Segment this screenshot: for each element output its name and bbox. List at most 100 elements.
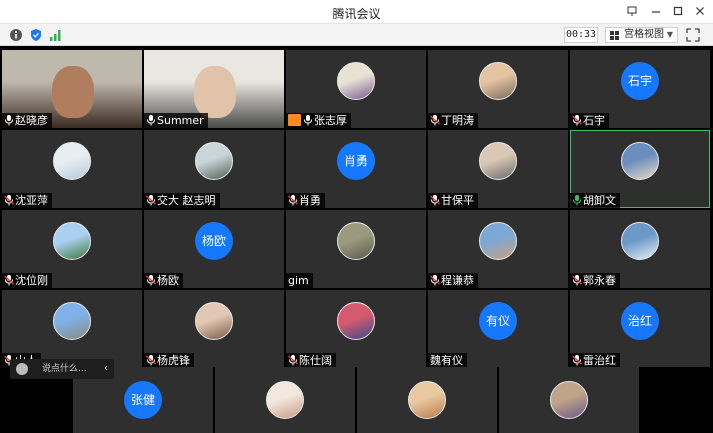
avatar xyxy=(53,302,91,340)
participant-name: 杨欧 xyxy=(157,274,179,287)
avatar xyxy=(337,222,375,260)
avatar-text: 杨欧 xyxy=(195,222,233,260)
fullscreen-icon[interactable] xyxy=(685,27,701,43)
participant-tile[interactable]: 丁明涛 xyxy=(428,50,568,128)
participant-namebar: 甘保平 xyxy=(428,193,478,208)
mic-muted-icon xyxy=(288,354,298,366)
participant-namebar: 魏有仪 xyxy=(428,353,467,368)
mic-icon xyxy=(4,114,14,126)
title-bar: 腾讯会议 xyxy=(0,0,713,24)
view-mode-dropdown[interactable]: 宫格视图 ▼ xyxy=(605,27,678,43)
avatar xyxy=(266,381,304,419)
avatar xyxy=(550,381,588,419)
emoji-icon[interactable] xyxy=(16,363,28,375)
avatar-text: 石宇 xyxy=(621,62,659,100)
participant-name: 胡卸文 xyxy=(583,194,616,207)
participant-namebar: 陈仕阔 xyxy=(286,353,336,368)
participant-namebar: 赵晓彦 xyxy=(2,113,52,128)
caret-down-icon: ▼ xyxy=(666,30,673,39)
participant-name: 沈亚萍 xyxy=(15,194,48,207)
participant-namebar: 郭永春 xyxy=(570,273,620,288)
avatar xyxy=(479,142,517,180)
chat-input-bar[interactable]: 说点什么... ‹ xyxy=(10,359,114,379)
avatar xyxy=(195,302,233,340)
participant-namebar: 肖勇 xyxy=(286,193,325,208)
participant-tile[interactable]: 胡卸文 xyxy=(570,130,710,208)
close-button[interactable] xyxy=(690,3,710,21)
participant-namebar: 杨虎锋 xyxy=(144,353,194,368)
mic-muted-icon xyxy=(146,354,156,366)
participant-tile[interactable]: 有仪 魏有仪 xyxy=(428,290,568,368)
mic-icon xyxy=(303,114,313,126)
avatar xyxy=(337,302,375,340)
participant-tile[interactable]: 陈仕阔 xyxy=(286,290,426,368)
participant-tile[interactable]: 治红雷治红 xyxy=(570,290,710,368)
avatar xyxy=(408,381,446,419)
avatar-text: 肖勇 xyxy=(337,142,375,180)
participant-tile[interactable]: 张志厚 xyxy=(286,50,426,128)
grid-view-icon xyxy=(610,31,619,40)
participant-name: 甘保平 xyxy=(441,194,474,207)
mic-muted-icon xyxy=(572,274,582,286)
window-title: 腾讯会议 xyxy=(332,7,381,21)
participant-tile[interactable] xyxy=(499,367,639,433)
participant-tile[interactable] xyxy=(357,367,497,433)
participant-namebar: 沈位刚 xyxy=(2,273,52,288)
participant-name: 沈位刚 xyxy=(15,274,48,287)
participant-tile[interactable] xyxy=(215,367,355,433)
maximize-button[interactable] xyxy=(668,3,688,21)
participant-namebar: Summer xyxy=(144,113,208,128)
participant-name: 程谦恭 xyxy=(441,274,474,287)
participant-name: 肖勇 xyxy=(299,194,321,207)
participant-tile[interactable]: 杨欧 杨欧 xyxy=(144,210,284,288)
participant-namebar: 胡卸文 xyxy=(570,193,620,208)
participant-tile[interactable]: 石宇 石宇 xyxy=(570,50,710,128)
participant-tile[interactable]: 交大 赵志明 xyxy=(144,130,284,208)
avatar xyxy=(195,142,233,180)
participant-tile[interactable]: 郭永春 xyxy=(570,210,710,288)
mic-muted-icon xyxy=(572,114,582,126)
participant-tile[interactable]: 山人 xyxy=(2,290,142,368)
participant-tile[interactable]: 杨虎锋 xyxy=(144,290,284,368)
participant-namebar: 交大 赵志明 xyxy=(144,193,220,208)
avatar-text: 有仪 xyxy=(479,302,517,340)
participant-namebar: 丁明涛 xyxy=(428,113,478,128)
meeting-timer: 00:33 xyxy=(564,27,598,43)
meeting-toolbar: 00:33 宫格视图 ▼ xyxy=(0,24,713,46)
mic-muted-icon xyxy=(146,194,156,206)
avatar xyxy=(337,62,375,100)
participant-name: 赵晓彦 xyxy=(15,114,48,127)
participant-name: 杨虎锋 xyxy=(157,354,190,367)
participant-tile[interactable]: 程谦恭 xyxy=(428,210,568,288)
mic-muted-icon xyxy=(288,194,298,206)
host-user-icon xyxy=(288,114,301,126)
avatar-text: 张健 xyxy=(124,381,162,419)
participant-tile[interactable]: 甘保平 xyxy=(428,130,568,208)
participant-tile[interactable]: Summer xyxy=(144,50,284,128)
participant-name: 张志厚 xyxy=(314,114,347,127)
participant-tile[interactable]: 肖勇 肖勇 xyxy=(286,130,426,208)
avatar-text: 治红 xyxy=(621,302,659,340)
participant-tile[interactable]: 沈亚萍 xyxy=(2,130,142,208)
person-figure xyxy=(194,66,236,118)
security-shield-icon[interactable] xyxy=(29,27,43,41)
collapse-chevron-icon[interactable]: ‹ xyxy=(104,359,108,379)
participant-name: 雷治红 xyxy=(583,354,616,367)
mic-icon xyxy=(572,194,582,206)
participant-tile[interactable]: 赵晓彦 xyxy=(2,50,142,128)
mic-muted-icon xyxy=(572,354,582,366)
avatar xyxy=(479,62,517,100)
signal-strength-icon[interactable] xyxy=(49,27,63,41)
mic-muted-icon xyxy=(4,274,14,286)
participant-namebar: 石宇 xyxy=(570,113,609,128)
participant-tile[interactable]: 沈位刚 xyxy=(2,210,142,288)
pin-icon[interactable] xyxy=(622,3,642,21)
minimize-button[interactable] xyxy=(646,3,666,21)
participant-tile[interactable]: gim xyxy=(286,210,426,288)
chat-placeholder: 说点什么... xyxy=(42,364,87,374)
participant-namebar: 杨欧 xyxy=(144,273,183,288)
participant-name: 石宇 xyxy=(583,114,605,127)
info-icon[interactable] xyxy=(9,27,23,41)
participant-namebar: 程谦恭 xyxy=(428,273,478,288)
participant-name: Summer xyxy=(157,114,204,127)
